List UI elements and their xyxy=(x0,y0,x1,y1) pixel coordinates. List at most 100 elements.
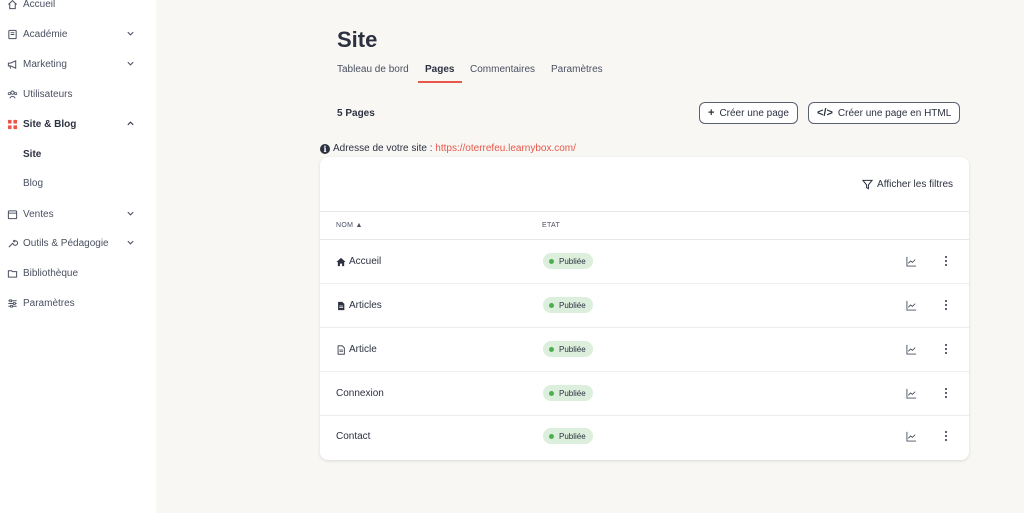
show-filters-button[interactable]: Afficher les filtres xyxy=(862,179,953,190)
create-html-page-label: Créer une page en HTML xyxy=(837,107,952,119)
plus-icon: + xyxy=(708,107,715,119)
megaphone-icon xyxy=(7,59,18,70)
status-label: Publiée xyxy=(559,388,586,398)
sidebar-item-outils-pedagogie[interactable]: Outils & Pédagogie xyxy=(0,228,156,258)
table-row[interactable]: Article Publiée xyxy=(320,328,969,372)
sidebar-item-parametres[interactable]: Paramètres xyxy=(0,288,156,318)
sidebar-item-label: Site xyxy=(23,148,42,160)
page-count: 5 Pages xyxy=(337,108,375,119)
sidebar-item-label: Blog xyxy=(23,177,44,189)
folder-icon xyxy=(7,268,18,279)
sidebar-item-label: Utilisateurs xyxy=(23,88,73,100)
page-name-label: Article xyxy=(349,344,377,355)
stats-icon[interactable] xyxy=(906,388,917,399)
page-name[interactable]: Connexion xyxy=(336,388,384,399)
stats-icon[interactable] xyxy=(906,344,917,355)
create-page-label: Créer une page xyxy=(719,107,789,119)
store-icon xyxy=(7,209,18,220)
status-label: Publiée xyxy=(559,431,586,441)
sidebar-item-label: Outils & Pédagogie xyxy=(23,237,109,249)
chevron-down-icon[interactable] xyxy=(126,29,135,38)
sidebar-item-academie[interactable]: Académie xyxy=(0,19,156,49)
chevron-down-icon[interactable] xyxy=(126,209,135,218)
sliders-icon xyxy=(7,298,18,309)
site-url-link[interactable]: https://oterrefeu.learnybox.com/ xyxy=(435,143,576,154)
show-filters-label: Afficher les filtres xyxy=(877,179,953,190)
table-row[interactable]: Accueil Publiée xyxy=(320,240,969,284)
table-row[interactable]: Connexion Publiée xyxy=(320,372,969,416)
page-name[interactable]: Accueil xyxy=(336,256,381,267)
table-row[interactable]: Articles Publiée xyxy=(320,284,969,328)
status-label: Publiée xyxy=(559,344,586,354)
status-badge: Publiée xyxy=(543,253,593,269)
status-badge: Publiée xyxy=(543,385,593,401)
sidebar-subitem-site[interactable]: Site xyxy=(0,139,156,169)
sidebar: Accueil Académie Marketing Utilisateurs … xyxy=(0,0,156,513)
status-label: Publiée xyxy=(559,300,586,310)
stats-icon[interactable] xyxy=(906,256,917,267)
more-options-icon[interactable] xyxy=(942,299,950,311)
table-row[interactable]: Contact Publiée xyxy=(320,415,969,459)
status-badge: Publiée xyxy=(543,297,593,313)
status-dot xyxy=(549,258,554,264)
column-header-name[interactable]: NOM ▲ xyxy=(336,222,363,229)
page-name[interactable]: Contact xyxy=(336,431,370,442)
chevron-down-icon[interactable] xyxy=(126,59,135,68)
sidebar-item-utilisateurs[interactable]: Utilisateurs xyxy=(0,79,156,109)
wrench-icon xyxy=(7,238,18,249)
status-badge: Publiée xyxy=(543,341,593,357)
document-icon xyxy=(336,301,349,311)
sort-asc-icon: ▲ xyxy=(355,222,363,229)
column-header-status: ETAT xyxy=(542,222,561,229)
tab-tableau-de-bord[interactable]: Tableau de bord xyxy=(337,64,409,75)
status-dot xyxy=(549,346,554,352)
more-options-icon[interactable] xyxy=(942,387,950,399)
sidebar-item-label: Site & Blog xyxy=(23,118,77,130)
sidebar-item-bibliotheque[interactable]: Bibliothèque xyxy=(0,258,156,288)
address-label: Adresse de votre site : xyxy=(333,143,433,154)
status-dot xyxy=(549,390,554,396)
stats-icon[interactable] xyxy=(906,431,917,442)
chevron-up-icon[interactable] xyxy=(126,119,135,128)
page-title: Site xyxy=(337,27,378,52)
sidebar-item-label: Accueil xyxy=(23,0,56,10)
pages-table-card: Afficher les filtres NOM ▲ ETAT Accueil … xyxy=(320,157,969,460)
page-name-label: Contact xyxy=(336,431,371,442)
divider xyxy=(320,211,969,212)
sidebar-item-accueil[interactable]: Accueil xyxy=(0,0,156,19)
home-icon xyxy=(336,257,349,267)
status-badge: Publiée xyxy=(543,428,593,444)
page-name[interactable]: Article xyxy=(336,344,377,355)
page-name[interactable]: Articles xyxy=(336,300,382,311)
chevron-down-icon[interactable] xyxy=(126,238,135,247)
page-name-label: Articles xyxy=(349,300,382,311)
sidebar-item-marketing[interactable]: Marketing xyxy=(0,49,156,79)
page-name-label: Connexion xyxy=(336,388,384,399)
sidebar-subitem-blog[interactable]: Blog xyxy=(0,168,156,198)
status-dot xyxy=(549,433,554,439)
tab-commentaires[interactable]: Commentaires xyxy=(470,64,535,75)
sidebar-item-site-blog[interactable]: Site & Blog xyxy=(0,109,156,139)
status-label: Publiée xyxy=(559,256,586,266)
more-options-icon[interactable] xyxy=(942,430,950,442)
create-html-page-button[interactable]: </> Créer une page en HTML xyxy=(808,102,961,124)
more-options-icon[interactable] xyxy=(942,343,950,355)
more-options-icon[interactable] xyxy=(942,255,950,267)
sidebar-item-ventes[interactable]: Ventes xyxy=(0,199,156,229)
site-address: i Adresse de votre site : https://oterre… xyxy=(320,143,576,154)
sidebar-item-label: Bibliothèque xyxy=(23,267,79,279)
info-icon: i xyxy=(320,143,330,154)
sidebar-item-label: Ventes xyxy=(23,208,54,220)
code-icon: </> xyxy=(817,107,833,119)
status-dot xyxy=(549,302,554,308)
create-page-button[interactable]: + Créer une page xyxy=(699,102,798,124)
tab-pages[interactable]: Pages xyxy=(425,64,454,75)
sidebar-item-label: Marketing xyxy=(23,58,67,70)
stats-icon[interactable] xyxy=(906,300,917,311)
grid-icon xyxy=(7,119,18,130)
tab-parametres[interactable]: Paramètres xyxy=(551,64,603,75)
users-icon xyxy=(7,89,18,100)
book-icon xyxy=(7,29,18,40)
document-outline-icon xyxy=(336,344,349,355)
home-icon xyxy=(7,0,18,10)
